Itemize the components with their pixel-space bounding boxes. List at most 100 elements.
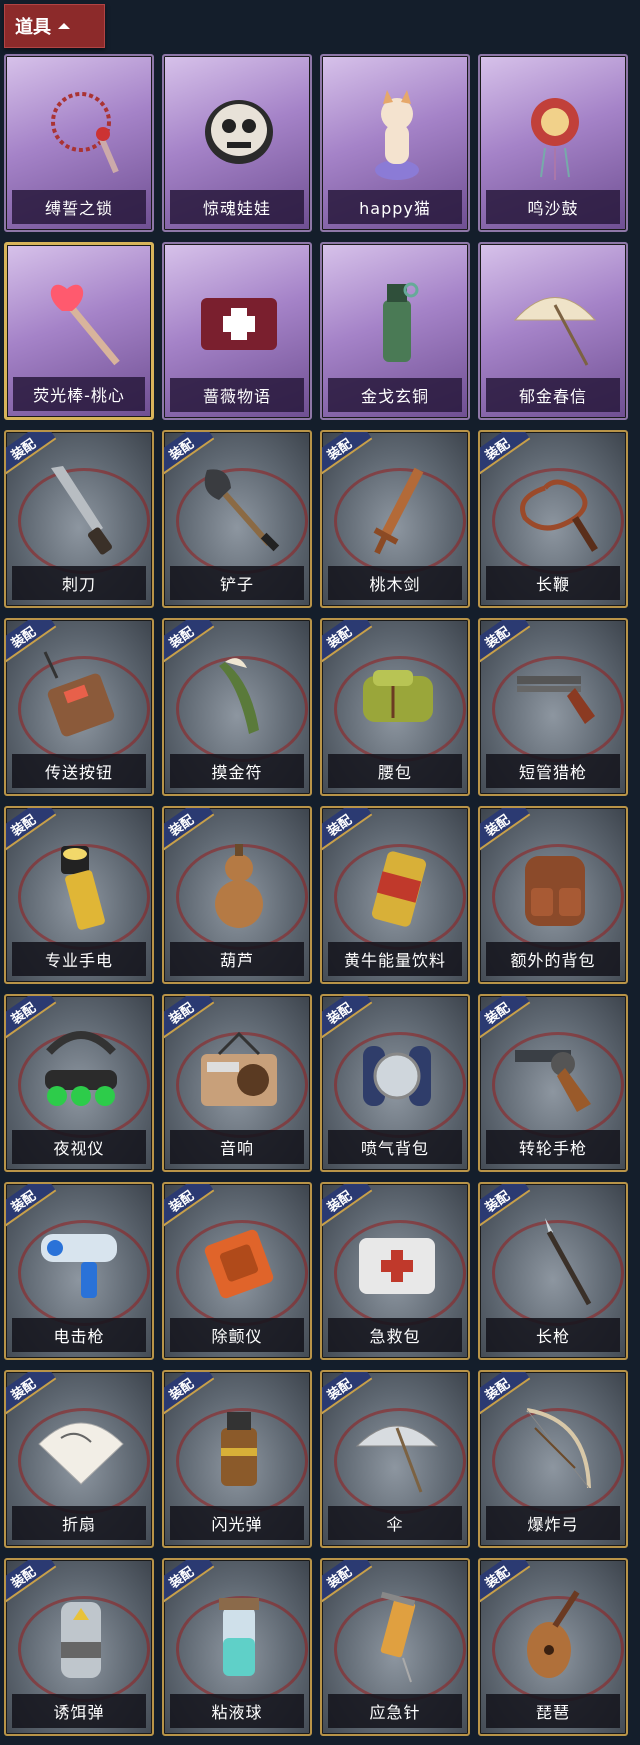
defibrillator-icon — [204, 1229, 274, 1299]
item-card[interactable]: 装配 额外的背包 — [478, 806, 628, 984]
heart-wand-icon — [50, 284, 120, 366]
item-card[interactable]: 装配 音响 — [162, 994, 312, 1172]
shovel-icon — [204, 469, 280, 552]
item-name: 专业手电 — [12, 942, 146, 976]
umbrella-icon — [355, 1425, 439, 1493]
item-card[interactable]: 鸣沙鼓 — [478, 54, 628, 232]
item-name: 夜视仪 — [12, 1130, 146, 1164]
jetpack-icon — [363, 1046, 431, 1106]
item-name: 音响 — [170, 1130, 304, 1164]
item-card[interactable]: 装配 急救包 — [320, 1182, 470, 1360]
teleport-remote-icon — [43, 651, 115, 737]
flashlight-icon — [61, 846, 105, 930]
item-name: 闪光弹 — [170, 1506, 304, 1540]
item-card[interactable]: 金戈玄铜 — [320, 242, 470, 420]
item-name: 伞 — [328, 1506, 462, 1540]
folding-fan-icon — [38, 1422, 124, 1485]
item-name: 短管猎枪 — [486, 754, 620, 788]
chain-lock-icon — [51, 92, 119, 174]
item-card[interactable]: 郁金春信 — [478, 242, 628, 420]
item-name: 转轮手枪 — [486, 1130, 620, 1164]
item-name: 蔷薇物语 — [170, 378, 304, 412]
bronze-grenade-icon — [383, 282, 419, 362]
waist-bag-icon — [363, 670, 433, 722]
item-name: 爆炸弓 — [486, 1506, 620, 1540]
cat-figure-icon — [375, 90, 419, 180]
item-card[interactable]: happy猫 — [320, 54, 470, 232]
item-card[interactable]: 装配 传送按钮 — [4, 618, 154, 796]
backpack-icon — [525, 856, 585, 926]
items-section-toggle[interactable]: 道具 — [4, 4, 105, 48]
item-card[interactable]: 装配 刺刀 — [4, 430, 154, 608]
item-name: 琵琶 — [486, 1694, 620, 1728]
item-name: 折扇 — [12, 1506, 146, 1540]
item-card[interactable]: 装配 专业手电 — [4, 806, 154, 984]
item-name: 惊魂娃娃 — [170, 190, 304, 224]
item-name: 葫芦 — [170, 942, 304, 976]
item-grid: 缚誓之锁 惊魂娃娃 happy猫 鸣沙鼓 荧光棒-桃心 蔷薇物语 金戈玄铜 郁金春信 装配 刺刀装… — [4, 54, 636, 1736]
item-card[interactable]: 缚誓之锁 — [4, 54, 154, 232]
item-card[interactable]: 装配 黄牛能量饮料 — [320, 806, 470, 984]
medkit-box-icon — [201, 298, 277, 350]
item-card[interactable]: 惊魂娃娃 — [162, 54, 312, 232]
item-card[interactable]: 装配 折扇 — [4, 1370, 154, 1548]
item-name: 长枪 — [486, 1318, 620, 1352]
item-name: 长鞭 — [486, 566, 620, 600]
item-name: 铲子 — [170, 566, 304, 600]
drum-charm-icon — [531, 98, 579, 180]
item-card[interactable]: 装配 电击枪 — [4, 1182, 154, 1360]
revolver-icon — [515, 1050, 591, 1112]
item-card[interactable]: 装配伞 — [320, 1370, 470, 1548]
amulet-icon — [219, 658, 259, 734]
item-card[interactable]: 装配 腰包 — [320, 618, 470, 796]
item-card[interactable]: 装配 铲子 — [162, 430, 312, 608]
item-card[interactable]: 装配 琵琶 — [478, 1558, 628, 1736]
item-card[interactable]: 装配 夜视仪 — [4, 994, 154, 1172]
item-card[interactable]: 装配 长枪 — [478, 1182, 628, 1360]
shotgun-icon — [517, 676, 595, 724]
item-name: 喷气背包 — [328, 1130, 462, 1164]
item-card[interactable]: 荧光棒-桃心 — [4, 242, 154, 420]
gourd-icon — [215, 844, 263, 928]
item-card[interactable]: 装配 喷气背包 — [320, 994, 470, 1172]
pipa-icon — [527, 1590, 580, 1678]
decoy-grenade-icon — [61, 1602, 101, 1678]
first-aid-kit-icon — [359, 1238, 435, 1294]
item-card[interactable]: 装配 除颤仪 — [162, 1182, 312, 1360]
item-name: 诱饵弹 — [12, 1694, 146, 1728]
item-card[interactable]: 装配 长鞭 — [478, 430, 628, 608]
radio-speaker-icon — [201, 1031, 277, 1106]
item-card[interactable]: 装配 粘液球 — [162, 1558, 312, 1736]
item-card[interactable]: 装配 应急针 — [320, 1558, 470, 1736]
item-card[interactable]: 装配 摸金符 — [162, 618, 312, 796]
item-card[interactable]: 装配 桃木剑 — [320, 430, 470, 608]
item-name: 传送按钮 — [12, 754, 146, 788]
item-card[interactable]: 装配 爆炸弓 — [478, 1370, 628, 1548]
item-name: 粘液球 — [170, 1694, 304, 1728]
item-name: 荧光棒-桃心 — [13, 377, 145, 411]
bow-icon — [526, 1408, 591, 1489]
night-vision-icon — [45, 1031, 117, 1106]
bayonet-icon — [51, 466, 113, 555]
item-name: 除颤仪 — [170, 1318, 304, 1352]
item-name: happy猫 — [328, 190, 462, 224]
slime-vial-icon — [219, 1598, 259, 1676]
section-title: 道具 — [15, 17, 51, 38]
item-card[interactable]: 装配 转轮手枪 — [478, 994, 628, 1172]
whip-icon — [520, 479, 598, 552]
item-name: 腰包 — [328, 754, 462, 788]
syringe-icon — [380, 1591, 416, 1683]
item-card[interactable]: 装配 短管猎枪 — [478, 618, 628, 796]
item-card[interactable]: 装配 诱饵弹 — [4, 1558, 154, 1736]
item-name: 金戈玄铜 — [328, 378, 462, 412]
item-name: 电击枪 — [12, 1318, 146, 1352]
item-name: 应急针 — [328, 1694, 462, 1728]
energy-drink-icon — [371, 851, 427, 927]
item-name: 摸金符 — [170, 754, 304, 788]
item-name: 郁金春信 — [486, 378, 620, 412]
item-name: 黄牛能量饮料 — [328, 942, 462, 976]
item-name: 桃木剑 — [328, 566, 462, 600]
item-card[interactable]: 装配 葫芦 — [162, 806, 312, 984]
item-card[interactable]: 装配 闪光弹 — [162, 1370, 312, 1548]
item-card[interactable]: 蔷薇物语 — [162, 242, 312, 420]
